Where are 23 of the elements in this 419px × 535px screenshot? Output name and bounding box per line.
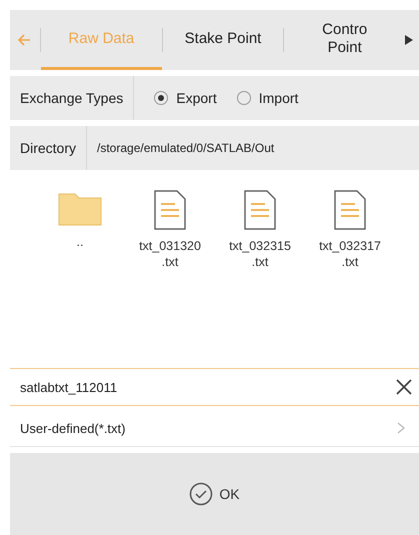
document-icon[interactable] xyxy=(244,190,276,230)
check-circle-icon xyxy=(189,482,214,506)
directory-path: /storage/emulated/0/SATLAB/Out xyxy=(96,141,274,155)
radio-button[interactable] xyxy=(154,91,168,105)
tab[interactable]: Contro Point xyxy=(284,10,406,70)
close-icon[interactable] xyxy=(395,378,413,396)
directory-label: Directory xyxy=(19,140,78,156)
ok-button[interactable]: OK xyxy=(185,478,244,510)
radio-label[interactable]: Export xyxy=(176,90,217,106)
filename-field[interactable]: satlabtxt_112011 xyxy=(10,378,395,396)
document-icon[interactable] xyxy=(334,190,366,230)
file-name[interactable]: txt_032317 .txt xyxy=(319,238,381,270)
radio-button[interactable] xyxy=(236,91,251,105)
file-name[interactable]: .. xyxy=(76,234,84,250)
file-name[interactable]: txt_031320 .txt xyxy=(139,238,201,270)
file-name[interactable]: txt_032315 .txt xyxy=(229,238,291,270)
exchange-types-label: Exchange Types xyxy=(19,90,124,106)
next-icon[interactable] xyxy=(405,35,414,45)
tab[interactable]: Stake Point xyxy=(162,10,284,70)
document-icon[interactable] xyxy=(154,190,186,230)
chevron-right-icon xyxy=(397,422,405,434)
radio-label[interactable]: Import xyxy=(258,90,298,106)
format-dropdown[interactable]: User-defined(*.txt) xyxy=(10,410,419,447)
